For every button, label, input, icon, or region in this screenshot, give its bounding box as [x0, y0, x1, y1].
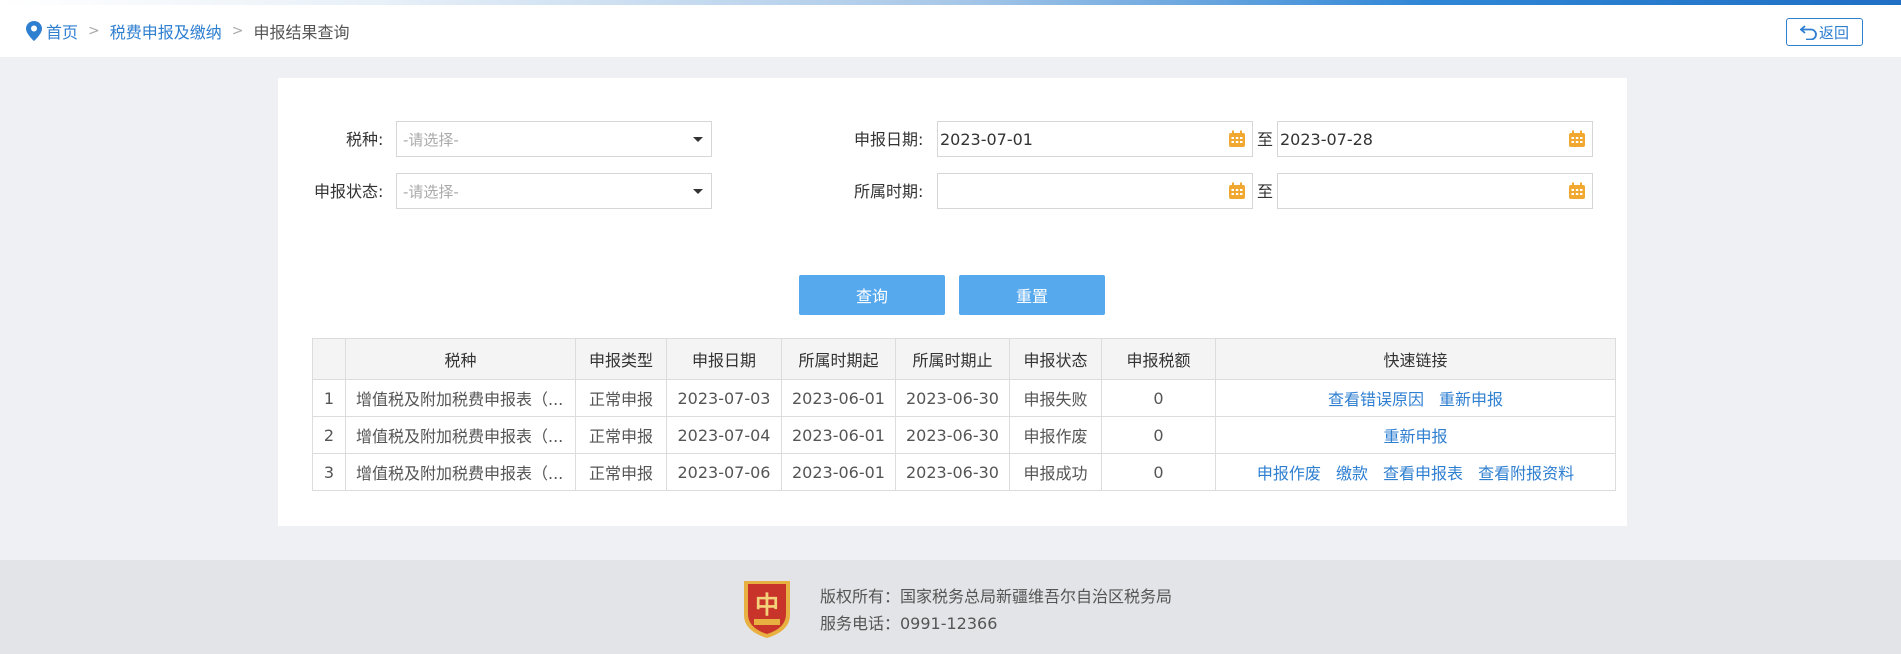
- breadcrumb-separator: >: [88, 23, 100, 39]
- tax-type-label: 税种:: [346, 130, 384, 149]
- cell-date: 2023-07-06: [666, 453, 782, 491]
- results-table: 税种 申报类型 申报日期 所属时期起 所属时期止 申报状态 申报税额 快速链接 …: [312, 338, 1616, 491]
- refile-link[interactable]: 重新申报: [1439, 390, 1503, 409]
- cell-status: 申报成功: [1009, 453, 1102, 491]
- cell-status: 申报失败: [1009, 379, 1102, 417]
- filing-date-from-value: 2023-07-01: [940, 129, 1033, 149]
- tax-type-select[interactable]: -请选择-: [396, 121, 712, 157]
- back-button[interactable]: 返回: [1786, 18, 1863, 46]
- cell-tax: 增值税及附加税费申报表（...: [345, 453, 576, 491]
- cell-quick-links: 申报作废 缴款 查看申报表 查看附报资料: [1215, 453, 1616, 491]
- cell-type: 正常申报: [575, 453, 667, 491]
- cell-amount: 0: [1101, 379, 1216, 417]
- cell-status: 申报作废: [1009, 416, 1102, 454]
- table-row: 1 增值税及附加税费申报表（... 正常申报 2023-07-03 2023-0…: [312, 379, 1616, 417]
- table-row: 2 增值税及附加税费申报表（... 正常申报 2023-07-04 2023-0…: [312, 416, 1616, 454]
- status-placeholder: -请选择-: [403, 182, 459, 201]
- query-panel: 税种: -请选择- 申报日期: 2023-07-01 至 2023-07-28 …: [278, 78, 1627, 526]
- tax-type-placeholder: -请选择-: [403, 130, 459, 149]
- table-header-row: 税种 申报类型 申报日期 所属时期起 所属时期止 申报状态 申报税额 快速链接: [312, 338, 1616, 380]
- cell-period-end: 2023-06-30: [895, 416, 1010, 454]
- breadcrumb-home[interactable]: 首页: [46, 19, 78, 43]
- calendar-icon[interactable]: [1568, 130, 1586, 148]
- breadcrumb-separator: >: [231, 23, 244, 39]
- cell-index: 2: [312, 416, 346, 454]
- cell-period-end: 2023-06-30: [895, 379, 1010, 417]
- cell-period-start: 2023-06-01: [781, 416, 896, 454]
- column-header-amount: 申报税额: [1101, 338, 1216, 380]
- pay-link[interactable]: 缴款: [1336, 464, 1368, 483]
- cell-type: 正常申报: [575, 379, 667, 417]
- date-range-to-text: 至: [1257, 130, 1274, 149]
- service-phone-text: 服务电话：0991-12366: [820, 614, 998, 633]
- breadcrumb-current: 申报结果查询: [253, 23, 350, 42]
- calendar-icon[interactable]: [1228, 182, 1246, 200]
- table-row: 3 增值税及附加税费申报表（... 正常申报 2023-07-06 2023-0…: [312, 453, 1616, 491]
- cell-tax: 增值税及附加税费申报表（...: [345, 379, 576, 417]
- column-header-quick-links: 快速链接: [1215, 338, 1616, 380]
- cell-quick-links: 查看错误原因 重新申报: [1215, 379, 1616, 417]
- filing-date-from-input[interactable]: 2023-07-01: [937, 121, 1253, 157]
- period-to-input[interactable]: [1277, 173, 1593, 209]
- caret-down-icon: [693, 137, 703, 142]
- cell-amount: 0: [1101, 416, 1216, 454]
- view-return-link[interactable]: 查看申报表: [1383, 464, 1463, 483]
- emblem-glyph: 中: [755, 591, 779, 619]
- period-range-to-text: 至: [1257, 182, 1274, 201]
- location-pin-icon: [26, 21, 42, 41]
- refile-link[interactable]: 重新申报: [1383, 427, 1447, 446]
- cell-tax: 增值税及附加税费申报表（...: [345, 416, 576, 454]
- filing-date-to-value: 2023-07-28: [1280, 129, 1373, 149]
- query-button[interactable]: 查询: [799, 275, 945, 315]
- cell-date: 2023-07-03: [666, 379, 782, 417]
- reset-button[interactable]: 重置: [959, 275, 1105, 315]
- column-header-tax: 税种: [345, 338, 576, 380]
- copyright-text: 版权所有：国家税务总局新疆维吾尔自治区税务局: [820, 587, 1173, 606]
- cell-date: 2023-07-04: [666, 416, 782, 454]
- column-header-period-end: 所属时期止: [895, 338, 1010, 380]
- period-from-input[interactable]: [937, 173, 1253, 209]
- filing-date-to-input[interactable]: 2023-07-28: [1277, 121, 1593, 157]
- column-header-index: [312, 338, 346, 380]
- column-header-date: 申报日期: [666, 338, 782, 380]
- top-header: 首页 > 税费申报及缴纳 > 申报结果查询 返回: [0, 5, 1901, 57]
- status-label: 申报状态:: [314, 182, 384, 201]
- tax-emblem-icon: 中: [744, 581, 790, 638]
- back-label: 返回: [1818, 23, 1849, 42]
- status-select[interactable]: -请选择-: [396, 173, 712, 209]
- footer: 中 版权所有：国家税务总局新疆维吾尔自治区税务局 服务电话：0991-12366: [0, 560, 1901, 654]
- cell-index: 1: [312, 379, 346, 417]
- undo-arrow-icon: [1799, 25, 1817, 40]
- breadcrumb-tax-filing[interactable]: 税费申报及缴纳: [110, 19, 222, 43]
- filing-date-label: 申报日期:: [854, 130, 924, 149]
- column-header-status: 申报状态: [1009, 338, 1102, 380]
- period-label: 所属时期:: [854, 182, 924, 201]
- cell-index: 3: [312, 453, 346, 491]
- cell-period-start: 2023-06-01: [781, 379, 896, 417]
- cell-period-end: 2023-06-30: [895, 453, 1010, 491]
- cell-type: 正常申报: [575, 416, 667, 454]
- view-error-reason-link[interactable]: 查看错误原因: [1328, 390, 1424, 409]
- caret-down-icon: [693, 189, 703, 194]
- column-header-period-start: 所属时期起: [781, 338, 896, 380]
- calendar-icon[interactable]: [1568, 182, 1586, 200]
- cell-period-start: 2023-06-01: [781, 453, 896, 491]
- view-attachments-link[interactable]: 查看附报资料: [1478, 464, 1574, 483]
- breadcrumb: 首页 > 税费申报及缴纳 > 申报结果查询: [26, 19, 350, 43]
- cell-amount: 0: [1101, 453, 1216, 491]
- column-header-type: 申报类型: [575, 338, 667, 380]
- void-filing-link[interactable]: 申报作废: [1257, 464, 1321, 483]
- calendar-icon[interactable]: [1228, 130, 1246, 148]
- cell-quick-links: 重新申报: [1215, 416, 1616, 454]
